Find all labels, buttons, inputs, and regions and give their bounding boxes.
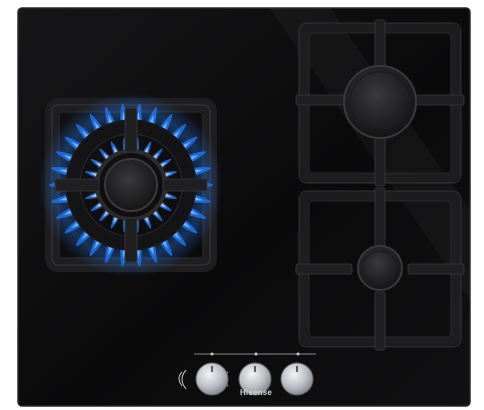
brand-logo-text: Hisense — [239, 388, 273, 397]
gas-hob-scene — [17, 7, 471, 407]
front-left-burner[interactable] — [39, 93, 223, 277]
left-burner-knob[interactable] — [195, 362, 229, 396]
center-burner-cap — [104, 158, 158, 212]
rear-right-burner-cap — [343, 65, 417, 139]
front-right-burner-cap — [357, 245, 403, 291]
